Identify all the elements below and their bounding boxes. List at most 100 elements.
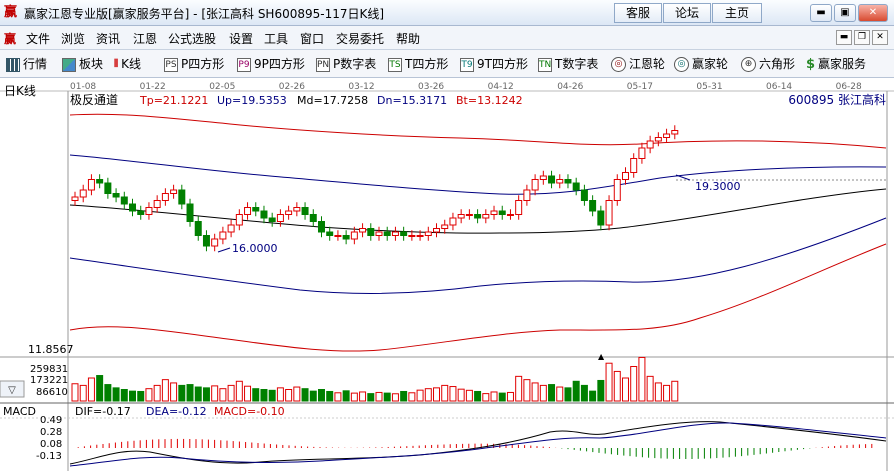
menu-bar: 赢 文件 浏览 资讯 江恩 公式选股 设置 工具 窗口 交易委托 帮助 ▬ ❐ … [0, 26, 894, 50]
tool-quotes[interactable]: 行情 [6, 55, 47, 73]
volume-bar [170, 382, 178, 402]
macd-dif-line [69, 421, 887, 465]
9t-square-icon: T9 [460, 57, 474, 72]
tool-label: 赢家轮 [692, 57, 729, 71]
candle-body [572, 182, 580, 191]
volume-bar [490, 391, 498, 402]
indicator-name: 极反通道 [70, 93, 118, 107]
candle-body [506, 214, 514, 216]
tool-kline[interactable]: ⫼ K线 [114, 55, 141, 73]
tool-label: P数字表 [333, 57, 377, 71]
menu-help[interactable]: 帮助 [396, 30, 420, 47]
candle-body [523, 189, 531, 201]
volume-bar [375, 391, 383, 402]
volume-bar [342, 390, 350, 402]
volume-bar [202, 387, 210, 402]
candle-body [359, 228, 367, 233]
menu-gann[interactable]: 江恩 [133, 30, 157, 47]
menu-settings[interactable]: 设置 [229, 30, 253, 47]
volume-bar [301, 388, 309, 402]
volume-peak-marker-icon: ▲ [598, 352, 605, 361]
menu-formula-screener[interactable]: 公式选股 [168, 30, 216, 47]
maximize-icon[interactable]: ▣ [834, 4, 856, 22]
tool-t-square[interactable]: TS T四方形 [388, 55, 448, 73]
channel-dn-line [69, 217, 887, 294]
volume-bar [359, 391, 367, 402]
volume-bar [211, 385, 219, 402]
grid-icon [6, 57, 20, 72]
tool-9t-square[interactable]: T9 9T四方形 [460, 55, 528, 73]
volume-bar [474, 390, 482, 402]
toolbar: 行情 板块 ⫼ K线 PS P四方形 P9 9P四方形 PN P数字表 TS T四方形 T… [0, 50, 894, 78]
macd-name: MACD [3, 405, 36, 418]
tool-p-number-table[interactable]: PN P数字表 [316, 55, 376, 73]
tool-gann-wheel[interactable]: ◎ 江恩轮 [611, 55, 665, 73]
menu-logo-icon: 赢 [4, 32, 17, 46]
candle-body [194, 221, 202, 236]
tool-hexagon[interactable]: ⊕ 六角形 [741, 55, 795, 73]
candle-body [120, 196, 128, 205]
menu-trade[interactable]: 交易委托 [336, 30, 384, 47]
title-bar: 赢 赢家江恩专业版[赢家服务平台] - [张江高科 SH600895-117日K… [0, 0, 894, 26]
param-bt: Bt=13.1242 [456, 94, 523, 107]
menu-tools[interactable]: 工具 [264, 30, 288, 47]
tool-sectors[interactable]: 板块 [62, 55, 103, 73]
candle-body [613, 179, 621, 201]
menu-news[interactable]: 资讯 [96, 30, 120, 47]
candle-body [145, 207, 153, 215]
tool-p-square[interactable]: PS P四方形 [164, 55, 224, 73]
chart-area[interactable]: ▽ 日K线 600895 张江高科 01-08 01-22 02-05 02-26 03… [0, 79, 894, 471]
param-up: Up=19.5353 [217, 94, 287, 107]
volume-bar [630, 366, 638, 402]
candle-body [630, 158, 638, 173]
mdi-restore-icon[interactable]: ❐ [854, 30, 870, 45]
close-icon[interactable]: ✕ [858, 4, 888, 22]
volume-bar [252, 388, 260, 402]
candle-body [400, 231, 408, 236]
tool-9p-square[interactable]: P9 9P四方形 [237, 55, 305, 73]
volume-bar [260, 389, 268, 402]
candle-body [350, 231, 358, 240]
volume-bar [654, 382, 662, 402]
date-tick: 01-08 [70, 82, 96, 92]
candle-body [580, 189, 588, 201]
candle-body [605, 200, 613, 226]
tool-winner-service[interactable]: $ 赢家服务 [806, 55, 866, 73]
macd-axis-3: -0.13 [36, 451, 62, 462]
kline-chart[interactable]: ▽ 日K线 600895 张江高科 01-08 01-22 02-05 02-26 03… [0, 79, 894, 471]
candle-body [161, 193, 169, 201]
volume-bar [326, 390, 334, 402]
volume-bar [621, 377, 629, 402]
tool-winner-wheel[interactable]: ◎ 赢家轮 [674, 55, 728, 73]
gann-wheel-icon: ◎ [611, 57, 626, 72]
mdi-close-icon[interactable]: ✕ [872, 30, 888, 45]
tool-t-number-table[interactable]: TN T数字表 [538, 55, 598, 73]
candle-body [548, 175, 556, 184]
volume-bar [482, 393, 490, 402]
volume-bar [515, 375, 523, 402]
candle-body [202, 235, 210, 247]
volume-bar [531, 382, 539, 402]
homepage-button[interactable]: 主页 [712, 3, 762, 23]
volume-bar [276, 387, 284, 402]
mdi-minimize-icon[interactable]: ▬ [836, 30, 852, 45]
menu-file[interactable]: 文件 [26, 30, 50, 47]
candle-body [219, 231, 227, 240]
window-title: 赢家江恩专业版[赢家服务平台] - [张江高科 SH600895-117日K线] [24, 7, 385, 21]
customer-service-button[interactable]: 客服 [614, 3, 662, 23]
minimize-icon[interactable]: ▬ [810, 4, 832, 22]
dollar-icon: $ [806, 57, 816, 72]
volume-bar [465, 389, 473, 402]
volume-bar [71, 383, 79, 402]
param-dn: Dn=15.3171 [377, 94, 447, 107]
volume-bar [96, 375, 104, 402]
menu-browse[interactable]: 浏览 [61, 30, 85, 47]
candle-body [334, 235, 342, 237]
candle-body [178, 189, 186, 205]
forum-button[interactable]: 论坛 [663, 3, 711, 23]
volume-bar [433, 387, 441, 402]
date-tick: 01-22 [140, 82, 166, 92]
channel-up-line [69, 154, 887, 195]
menu-window[interactable]: 窗口 [300, 30, 324, 47]
volume-bar [671, 380, 679, 402]
